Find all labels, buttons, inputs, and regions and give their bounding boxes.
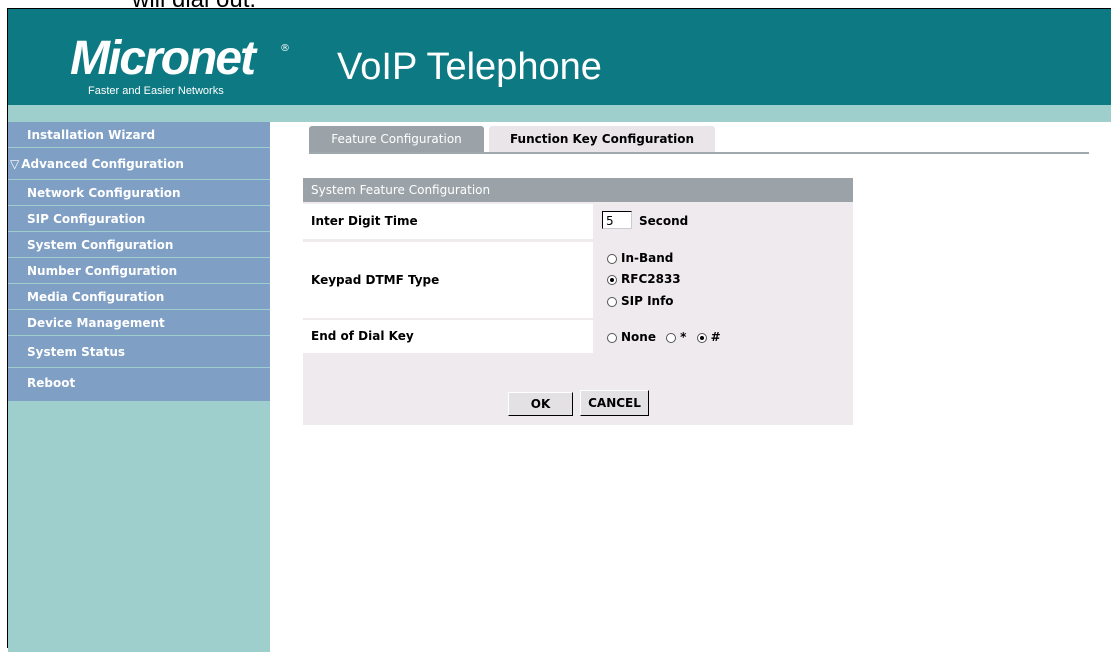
sidebar-item-advanced-configuration[interactable]: ▽ Advanced Configuration (8, 148, 270, 180)
sidebar-item-sip-configuration[interactable]: SIP Configuration (8, 206, 270, 232)
end-key-option-label: * (680, 330, 687, 344)
logo-text: Micronet (70, 32, 256, 85)
logo-tagline: Faster and Easier Networks (88, 85, 224, 97)
sidebar-item-label: System Status (27, 345, 126, 359)
inter-digit-unit: Second (639, 214, 689, 228)
sidebar-item-installation-wizard[interactable]: Installation Wizard (8, 122, 270, 148)
end-key-option-star[interactable]: * (666, 330, 686, 344)
sidebar-item-label: Number Configuration (27, 264, 178, 278)
dtmf-option-sip-info[interactable]: SIP Info (607, 294, 674, 308)
sidebar-item-system-status[interactable]: System Status (8, 336, 270, 368)
sidebar-item-label: System Configuration (27, 238, 174, 252)
sidebar-item-network-configuration[interactable]: Network Configuration (8, 180, 270, 206)
radio-icon[interactable] (607, 253, 617, 264)
end-key-options: None * # (607, 330, 721, 344)
ok-button[interactable]: OK (508, 392, 573, 416)
sidebar-item-label: Media Configuration (27, 290, 165, 304)
dtmf-option-rfc2833[interactable]: RFC2833 (607, 272, 681, 286)
sidebar-item-label: Network Configuration (27, 186, 181, 200)
sidebar-item-reboot[interactable]: Reboot (8, 368, 270, 402)
end-of-dial-key-label: End of Dial Key (303, 320, 593, 353)
micronet-logo: Micronet ® Faster and Easier Networks (70, 35, 290, 105)
dtmf-option-label: SIP Info (621, 294, 674, 308)
header-band (8, 105, 1111, 122)
tab-feature-configuration[interactable]: Feature Configuration (309, 126, 484, 152)
inter-digit-time-input[interactable]: 5 (602, 211, 632, 229)
sidebar-item-label: Reboot (27, 376, 76, 390)
radio-checked-icon[interactable] (696, 332, 707, 343)
tab-function-key-configuration[interactable]: Function Key Configuration (489, 126, 715, 152)
dtmf-option-label: RFC2833 (621, 272, 681, 286)
sidebar-item-number-configuration[interactable]: Number Configuration (8, 258, 270, 284)
sidebar-item-label: SIP Configuration (27, 212, 146, 226)
sidebar-nav: Installation Wizard ▽ Advanced Configurat… (8, 122, 270, 402)
tab-underline (309, 152, 1089, 154)
sidebar-item-device-management[interactable]: Device Management (8, 310, 270, 336)
app-title: VoIP Telephone (337, 46, 602, 88)
radio-icon[interactable] (607, 332, 617, 343)
panel-title: System Feature Configuration (303, 178, 853, 202)
keypad-dtmf-type-label: Keypad DTMF Type (303, 242, 593, 318)
sidebar-item-label: Installation Wizard (27, 128, 156, 142)
radio-checked-icon[interactable] (607, 274, 617, 285)
registered-mark: ® (280, 43, 290, 54)
radio-icon[interactable] (666, 332, 677, 343)
end-key-option-label: # (710, 330, 721, 344)
end-key-option-none[interactable]: None (607, 330, 656, 344)
radio-icon[interactable] (607, 296, 617, 307)
triangle-down-icon: ▽ (10, 157, 20, 171)
sidebar-item-label: Device Management (27, 316, 165, 330)
cancel-button[interactable]: CANCEL (580, 390, 649, 416)
sidebar-item-media-configuration[interactable]: Media Configuration (8, 284, 270, 310)
inter-digit-time-label: Inter Digit Time (303, 204, 593, 239)
dtmf-option-label: In-Band (621, 251, 674, 265)
end-key-option-label: None (621, 330, 656, 344)
sidebar-item-system-configuration[interactable]: System Configuration (8, 232, 270, 258)
dtmf-option-in-band[interactable]: In-Band (607, 251, 673, 265)
sidebar-item-label: Advanced Configuration (21, 157, 184, 171)
end-key-option-hash[interactable]: # (696, 330, 721, 344)
